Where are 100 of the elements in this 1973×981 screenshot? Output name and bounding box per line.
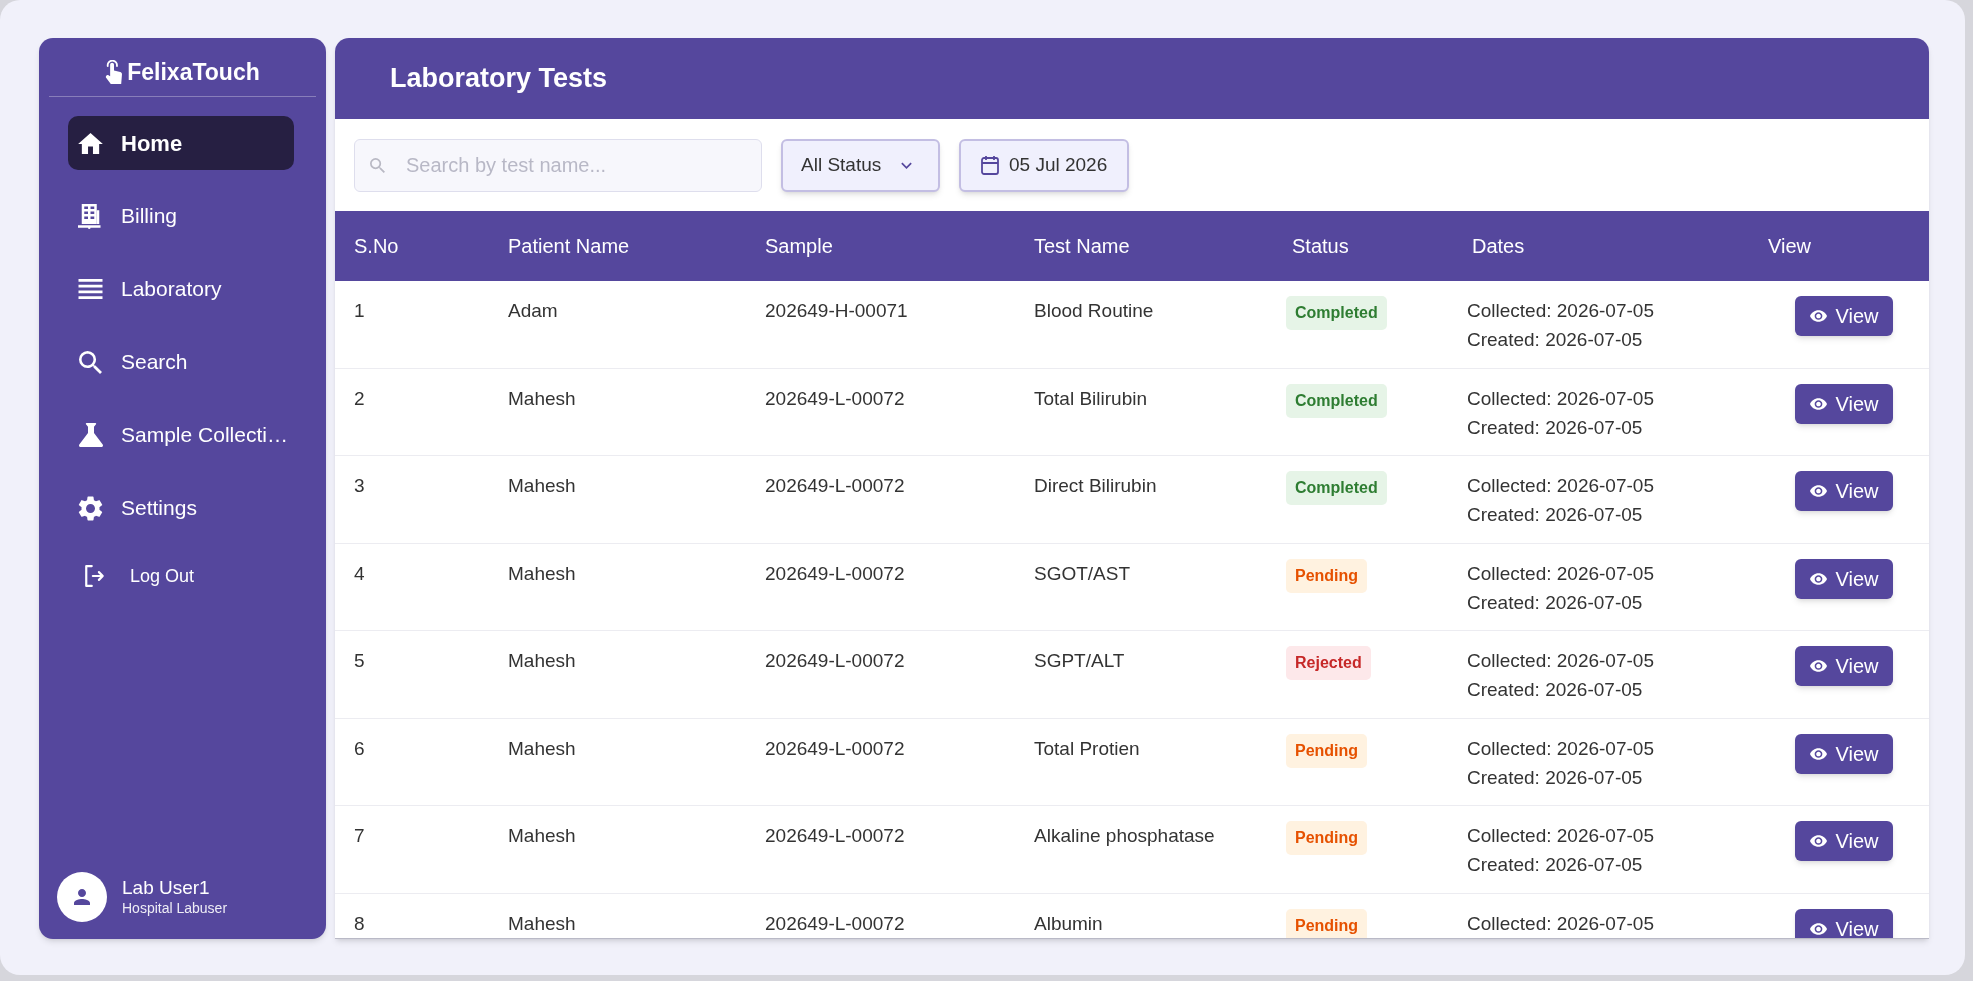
user-role: Hospital Labuser — [122, 899, 228, 918]
patient-name: Mahesh — [508, 474, 576, 498]
sample-id: 202649-L-00072 — [765, 474, 905, 498]
serial-number: 4 — [354, 561, 365, 586]
serial-number: 7 — [354, 824, 365, 848]
view-button[interactable]: View — [1795, 383, 1893, 424]
brand-name: FelixaTouch — [127, 60, 260, 84]
gear-icon — [78, 495, 103, 521]
created-date: Created: 2026-07-05 — [1467, 678, 1643, 702]
view-button[interactable]: View — [1795, 471, 1893, 511]
sidebar-item[interactable]: Sample Collecti… — [68, 408, 294, 462]
status-badge: Completed — [1286, 471, 1387, 505]
eye-icon — [1809, 747, 1827, 760]
collected-date: Collected: 2026-07-05 — [1467, 474, 1654, 498]
test-name: SGPT/ALT — [1034, 649, 1125, 673]
status-badge: Rejected — [1286, 646, 1371, 680]
sample-id: 202649-L-00072 — [765, 386, 905, 411]
status-badge: Pending — [1286, 558, 1368, 593]
serial-number: 8 — [354, 911, 365, 936]
eye-icon — [1809, 835, 1827, 847]
view-button[interactable]: View — [1795, 296, 1893, 336]
patient-name: Mahesh — [508, 736, 576, 761]
sidebar-item[interactable]: Billing — [68, 189, 294, 243]
search-icon — [370, 157, 385, 173]
view-button[interactable]: View — [1795, 908, 1893, 938]
collected-date: Collected: 2026-07-05 — [1467, 736, 1654, 761]
status-badge: Completed — [1286, 383, 1387, 418]
collected-date: Collected: 2026-07-05 — [1467, 561, 1654, 586]
eye-icon — [1809, 485, 1827, 497]
column-header: Dates — [1471, 234, 1525, 259]
sample-id: 202649-L-00072 — [765, 561, 905, 586]
test-name: Alkaline phosphatase — [1034, 824, 1215, 848]
status-badge: Pending — [1286, 821, 1368, 855]
serial-number: 2 — [354, 386, 365, 411]
view-button[interactable]: View — [1795, 733, 1893, 774]
sidebar-item[interactable]: Search — [68, 335, 294, 389]
test-name: Blood Routine — [1034, 299, 1154, 323]
collected-date: Collected: 2026-07-05 — [1467, 386, 1654, 411]
column-header: Sample — [765, 234, 833, 259]
hand-pointer-icon — [105, 60, 124, 84]
collected-date: Collected: 2026-07-05 — [1467, 299, 1654, 323]
eye-icon — [1809, 397, 1827, 410]
user-name: Lab User1 — [122, 876, 211, 899]
patient-name: Mahesh — [508, 561, 576, 586]
page-title: Laboratory Tests — [390, 62, 608, 96]
column-header: Status — [1291, 234, 1349, 259]
collected-date: Collected: 2026-07-05 — [1467, 911, 1654, 936]
status-badge: Pending — [1286, 733, 1368, 768]
created-date: Created: 2026-07-05 — [1467, 590, 1643, 615]
serial-number: 1 — [354, 299, 365, 323]
eye-icon — [1809, 572, 1827, 585]
search-field[interactable]: Search by test name... — [354, 138, 762, 192]
test-name: Albumin — [1034, 911, 1103, 936]
sample-id: 202649-L-00072 — [765, 911, 905, 936]
avatar-icon — [57, 872, 107, 922]
logout-icon — [84, 565, 105, 587]
created-date: Created: 2026-07-05 — [1467, 415, 1643, 440]
created-date: Created: 2026-07-05 — [1467, 328, 1643, 352]
status-dropdown[interactable]: All Status — [781, 138, 940, 192]
patient-name: Adam — [508, 299, 558, 323]
test-name: Total Protien — [1034, 736, 1140, 761]
eye-icon — [1809, 310, 1827, 322]
date-button[interactable]: 05 Jul 2026 — [959, 138, 1129, 192]
sample-id: 202649-L-00072 — [765, 824, 905, 848]
view-button[interactable]: View — [1795, 646, 1893, 686]
sidebar-item[interactable]: Settings — [68, 481, 294, 535]
collected-date: Collected: 2026-07-05 — [1467, 649, 1654, 673]
home-icon — [78, 132, 103, 154]
patient-name: Mahesh — [508, 911, 576, 936]
created-date: Created: 2026-07-05 — [1467, 853, 1643, 877]
eye-icon — [1809, 922, 1827, 935]
patient-name: Mahesh — [508, 824, 576, 848]
created-date: Created: 2026-07-05 — [1467, 503, 1643, 527]
eye-icon — [1809, 660, 1827, 672]
column-header: Test Name — [1034, 234, 1130, 259]
patient-name: Mahesh — [508, 386, 576, 411]
sidebar-item[interactable]: Home — [68, 116, 294, 170]
flask-icon — [78, 423, 103, 447]
sample-id: 202649-H-00071 — [765, 299, 908, 323]
serial-number: 6 — [354, 736, 365, 761]
chevron-down-icon — [901, 161, 913, 169]
lines-icon — [78, 279, 103, 299]
collected-date: Collected: 2026-07-05 — [1467, 824, 1654, 848]
serial-number: 5 — [354, 649, 365, 673]
sidebar-item[interactable]: Laboratory — [68, 262, 294, 316]
column-header: View — [1768, 234, 1811, 259]
column-header: S.No — [354, 234, 399, 259]
view-button[interactable]: View — [1795, 558, 1893, 599]
search-icon — [79, 350, 102, 374]
status-badge: Completed — [1286, 296, 1387, 330]
calendar-icon — [981, 155, 999, 175]
view-button[interactable]: View — [1795, 821, 1893, 861]
test-name: SGOT/AST — [1034, 561, 1131, 586]
test-name: Direct Bilirubin — [1034, 474, 1157, 498]
serial-number: 3 — [354, 474, 365, 498]
status-badge: Pending — [1286, 908, 1368, 938]
column-header: Patient Name — [508, 234, 630, 259]
sample-id: 202649-L-00072 — [765, 649, 905, 673]
sample-id: 202649-L-00072 — [765, 736, 905, 761]
logout-button[interactable]: Log Out — [84, 556, 195, 596]
